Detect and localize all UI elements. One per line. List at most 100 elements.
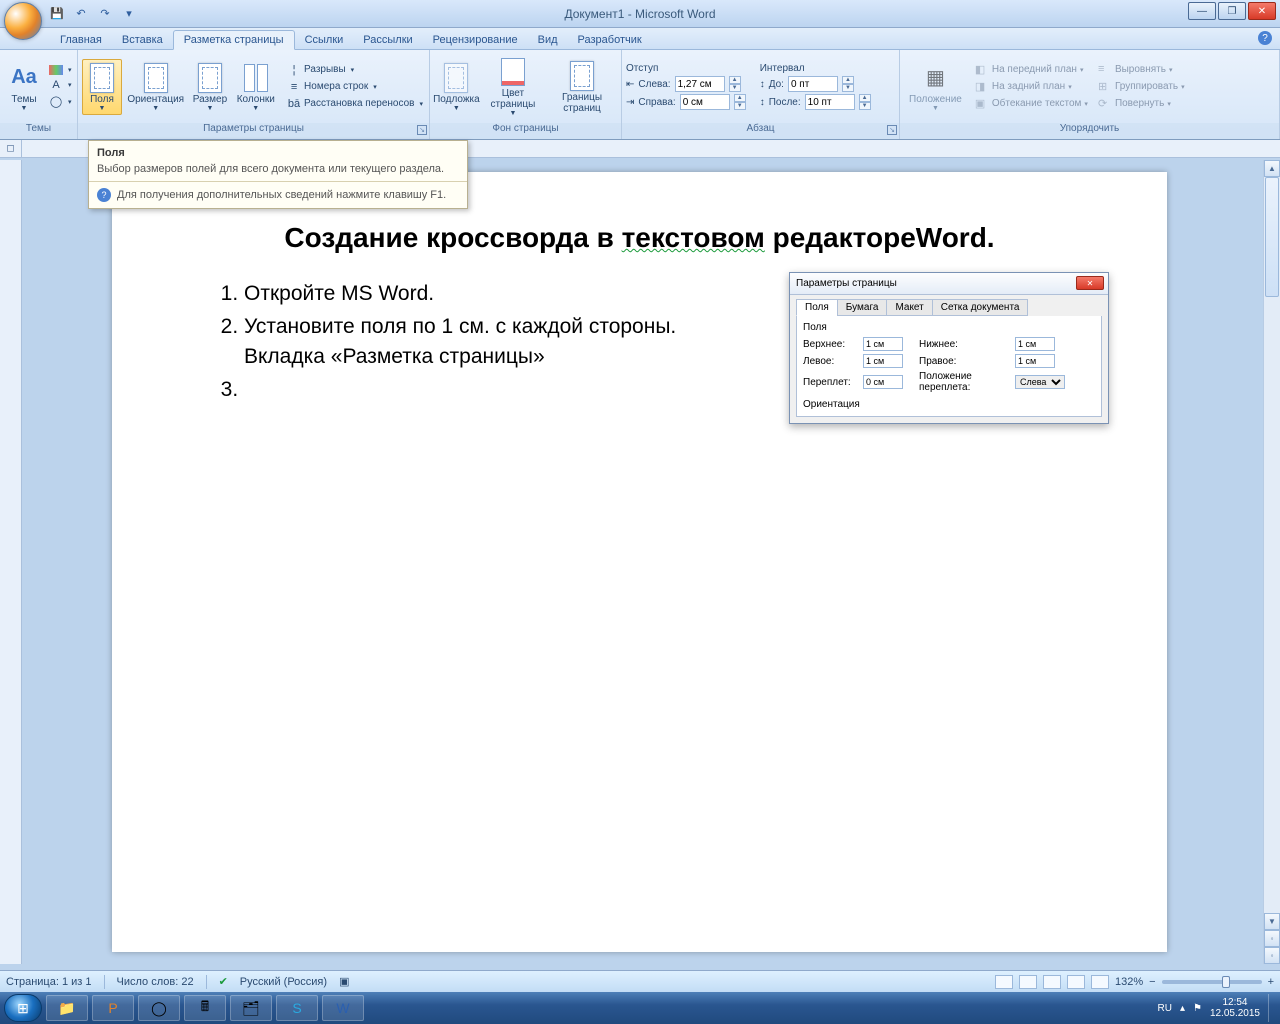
scroll-up-button[interactable]: ▲ [1264,160,1280,177]
taskbar-explorer[interactable]: 📁 [46,995,88,1021]
status-page[interactable]: Страница: 1 из 1 [6,976,92,988]
start-button[interactable]: ⊞ [4,994,42,1022]
spin-down[interactable]: ▼ [859,102,871,110]
watermark-button[interactable]: Подложка▼ [434,59,479,115]
ruler-toggle[interactable]: ◻ [0,140,22,158]
view-full-screen[interactable] [1019,975,1037,989]
hyphenation-button[interactable]: bāРасстановка переносов▾ [285,96,425,112]
dlg-tab-margins[interactable]: Поля [796,299,838,316]
tab-view[interactable]: Вид [528,31,568,49]
send-back-icon: ◨ [975,80,989,94]
colors-icon [49,65,63,75]
zoom-percent[interactable]: 132% [1115,976,1143,988]
scroll-down-button[interactable]: ▼ [1264,913,1280,930]
dlg-tab-layout[interactable]: Макет [886,299,932,316]
zoom-in-button[interactable]: + [1268,976,1274,988]
tab-home[interactable]: Главная [50,31,112,49]
dialog-close-button[interactable]: ✕ [1076,276,1104,290]
screentip-body: Выбор размеров полей для всего документа… [89,161,467,181]
taskbar-skype[interactable]: S [276,995,318,1021]
spin-up[interactable]: ▲ [842,76,854,84]
page-color-button[interactable]: Цвет страницы▼ [482,53,544,120]
theme-effects-button[interactable]: ◯▾ [47,94,74,110]
vertical-scrollbar[interactable]: ▲ ▼ ◦ ◦ [1263,160,1280,964]
themes-icon: Aa [8,62,40,94]
size-button[interactable]: Размер▼ [189,59,230,115]
taskbar-explorer2[interactable]: 🗂 [230,995,272,1021]
line-numbers-button[interactable]: ≡Номера строк▾ [285,79,425,95]
view-web-layout[interactable] [1043,975,1061,989]
taskbar-calculator[interactable]: 🖩 [184,995,226,1021]
undo-icon[interactable]: ↶ [72,5,90,23]
prev-page-button[interactable]: ◦ [1264,930,1280,947]
office-button[interactable] [4,2,42,40]
columns-button[interactable]: Колонки▼ [234,59,279,115]
macro-record-icon[interactable]: ▣ [339,975,349,988]
redo-icon[interactable]: ↷ [96,5,114,23]
tab-page-layout[interactable]: Разметка страницы [173,30,295,50]
spin-down[interactable]: ▼ [842,84,854,92]
spin-up[interactable]: ▲ [859,94,871,102]
position-button[interactable]: ▦Положение▼ [904,59,967,115]
show-desktop-button[interactable] [1268,994,1276,1022]
dlg-gutter-input[interactable] [863,375,903,389]
indent-right-input[interactable] [680,94,730,110]
indent-left-input[interactable] [675,76,725,92]
tray-clock[interactable]: 12:5412.05.2015 [1210,997,1260,1019]
document-area[interactable]: Создание кроссворда в текстовом редактор… [22,160,1280,964]
taskbar-chrome[interactable]: ◯ [138,995,180,1021]
minimize-button[interactable]: — [1188,2,1216,20]
dlg-tab-grid[interactable]: Сетка документа [932,299,1029,316]
save-icon[interactable]: 💾 [48,5,66,23]
spin-down[interactable]: ▼ [734,102,746,110]
help-button[interactable]: ? [1258,31,1272,45]
view-outline[interactable] [1067,975,1085,989]
taskbar-powerpoint[interactable]: P [92,995,134,1021]
maximize-button[interactable]: ❐ [1218,2,1246,20]
status-language[interactable]: Русский (Россия) [240,976,327,988]
tray-lang[interactable]: RU [1157,1003,1171,1014]
tab-references[interactable]: Ссылки [295,31,354,49]
themes-button[interactable]: Aa Темы▼ [4,59,44,115]
page-borders-button[interactable]: Границы страниц [547,57,617,117]
theme-fonts-button[interactable]: A▾ [47,77,74,93]
margins-button[interactable]: Поля▼ [82,59,122,115]
page-setup-dialog-launcher[interactable]: ↘ [417,125,427,135]
zoom-out-button[interactable]: − [1149,976,1155,988]
tab-insert[interactable]: Вставка [112,31,173,49]
qat-customize-icon[interactable]: ▾ [120,5,138,23]
spacing-before-input[interactable] [788,76,838,92]
dlg-tab-paper[interactable]: Бумага [837,299,888,316]
dlg-top-input[interactable] [863,337,903,351]
dlg-left-input[interactable] [863,354,903,368]
status-words[interactable]: Число слов: 22 [117,976,194,988]
ribbon: Aa Темы▼ ▾ A▾ ◯▾ Темы Поля▼ Ориентация▼ [0,50,1280,140]
spacing-after-input[interactable] [805,94,855,110]
close-button[interactable]: ✕ [1248,2,1276,20]
breaks-button[interactable]: ¦Разрывы▾ [285,62,425,78]
zoom-thumb[interactable] [1222,976,1230,988]
tray-show-hidden-icon[interactable]: ▴ [1180,1003,1185,1014]
theme-colors-button[interactable]: ▾ [47,64,74,76]
proofing-icon[interactable]: ✔ [219,975,228,988]
tab-developer[interactable]: Разработчик [568,31,652,49]
view-draft[interactable] [1091,975,1109,989]
view-print-layout[interactable] [995,975,1013,989]
tray-flag-icon[interactable]: ⚑ [1193,1003,1202,1014]
dlg-right-input[interactable] [1015,354,1055,368]
orientation-button[interactable]: Ориентация▼ [125,59,186,115]
spin-up[interactable]: ▲ [734,94,746,102]
scroll-thumb[interactable] [1265,177,1279,297]
spin-down[interactable]: ▼ [729,84,741,92]
dlg-bottom-input[interactable] [1015,337,1055,351]
vertical-ruler[interactable] [0,160,22,964]
tab-review[interactable]: Рецензирование [423,31,528,49]
dlg-gutpos-select[interactable]: Слева [1015,375,1065,389]
spin-up[interactable]: ▲ [729,76,741,84]
list-item: Откройте MS Word. [244,279,742,308]
tab-mailings[interactable]: Рассылки [353,31,422,49]
next-page-button[interactable]: ◦ [1264,947,1280,964]
paragraph-dialog-launcher[interactable]: ↘ [887,125,897,135]
taskbar-word[interactable]: W [322,995,364,1021]
zoom-slider[interactable] [1162,980,1262,984]
